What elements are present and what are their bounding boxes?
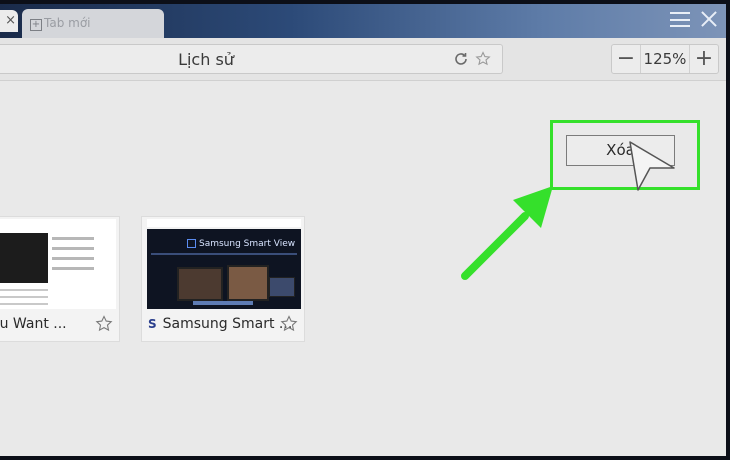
window-controls <box>670 9 718 35</box>
toolbar: Lịch sử − 125% + <box>0 38 726 81</box>
history-item-title: ve You Want ... <box>0 316 67 332</box>
history-item-title: S Samsung Smart ... <box>148 316 292 332</box>
zoom-in-button[interactable]: + <box>690 45 718 73</box>
page-thumbnail: Samsung Smart View <box>147 219 301 309</box>
history-item[interactable]: Samsung Smart View S Samsung Smart ... <box>141 216 305 342</box>
bookmark-star-icon[interactable] <box>475 51 491 67</box>
page-thumbnail <box>0 219 116 309</box>
zoom-control: − 125% + <box>611 44 719 74</box>
favorite-star-icon[interactable] <box>95 315 113 333</box>
thumbnail-title: Samsung Smart View <box>199 239 296 249</box>
page-title: Lịch sử <box>178 50 234 69</box>
reload-icon[interactable] <box>453 51 469 67</box>
favorite-star-icon[interactable] <box>280 315 298 333</box>
pointer-cursor-icon <box>629 141 675 191</box>
zoom-out-button[interactable]: − <box>612 45 640 73</box>
history-item-label: Samsung Smart ... <box>162 316 293 332</box>
tab-label: Tab mới <box>44 16 91 30</box>
browser-screen: × + Tab mới Lịch sử − 125% + Xóa u Want … <box>0 4 726 456</box>
site-favicon: S <box>148 317 157 331</box>
tab-strip: × + Tab mới <box>0 4 726 39</box>
tab-new[interactable]: + Tab mới <box>22 9 164 39</box>
menu-icon[interactable] <box>670 9 690 27</box>
close-icon[interactable] <box>700 9 718 29</box>
new-tab-icon: + <box>30 19 42 31</box>
tab-close-icon[interactable]: × <box>0 10 18 32</box>
zoom-level: 125% <box>640 45 690 73</box>
history-item[interactable]: ve You Want ... <box>0 216 120 342</box>
arrow-annotation-icon <box>461 186 553 280</box>
address-bar[interactable]: Lịch sử <box>0 44 503 74</box>
